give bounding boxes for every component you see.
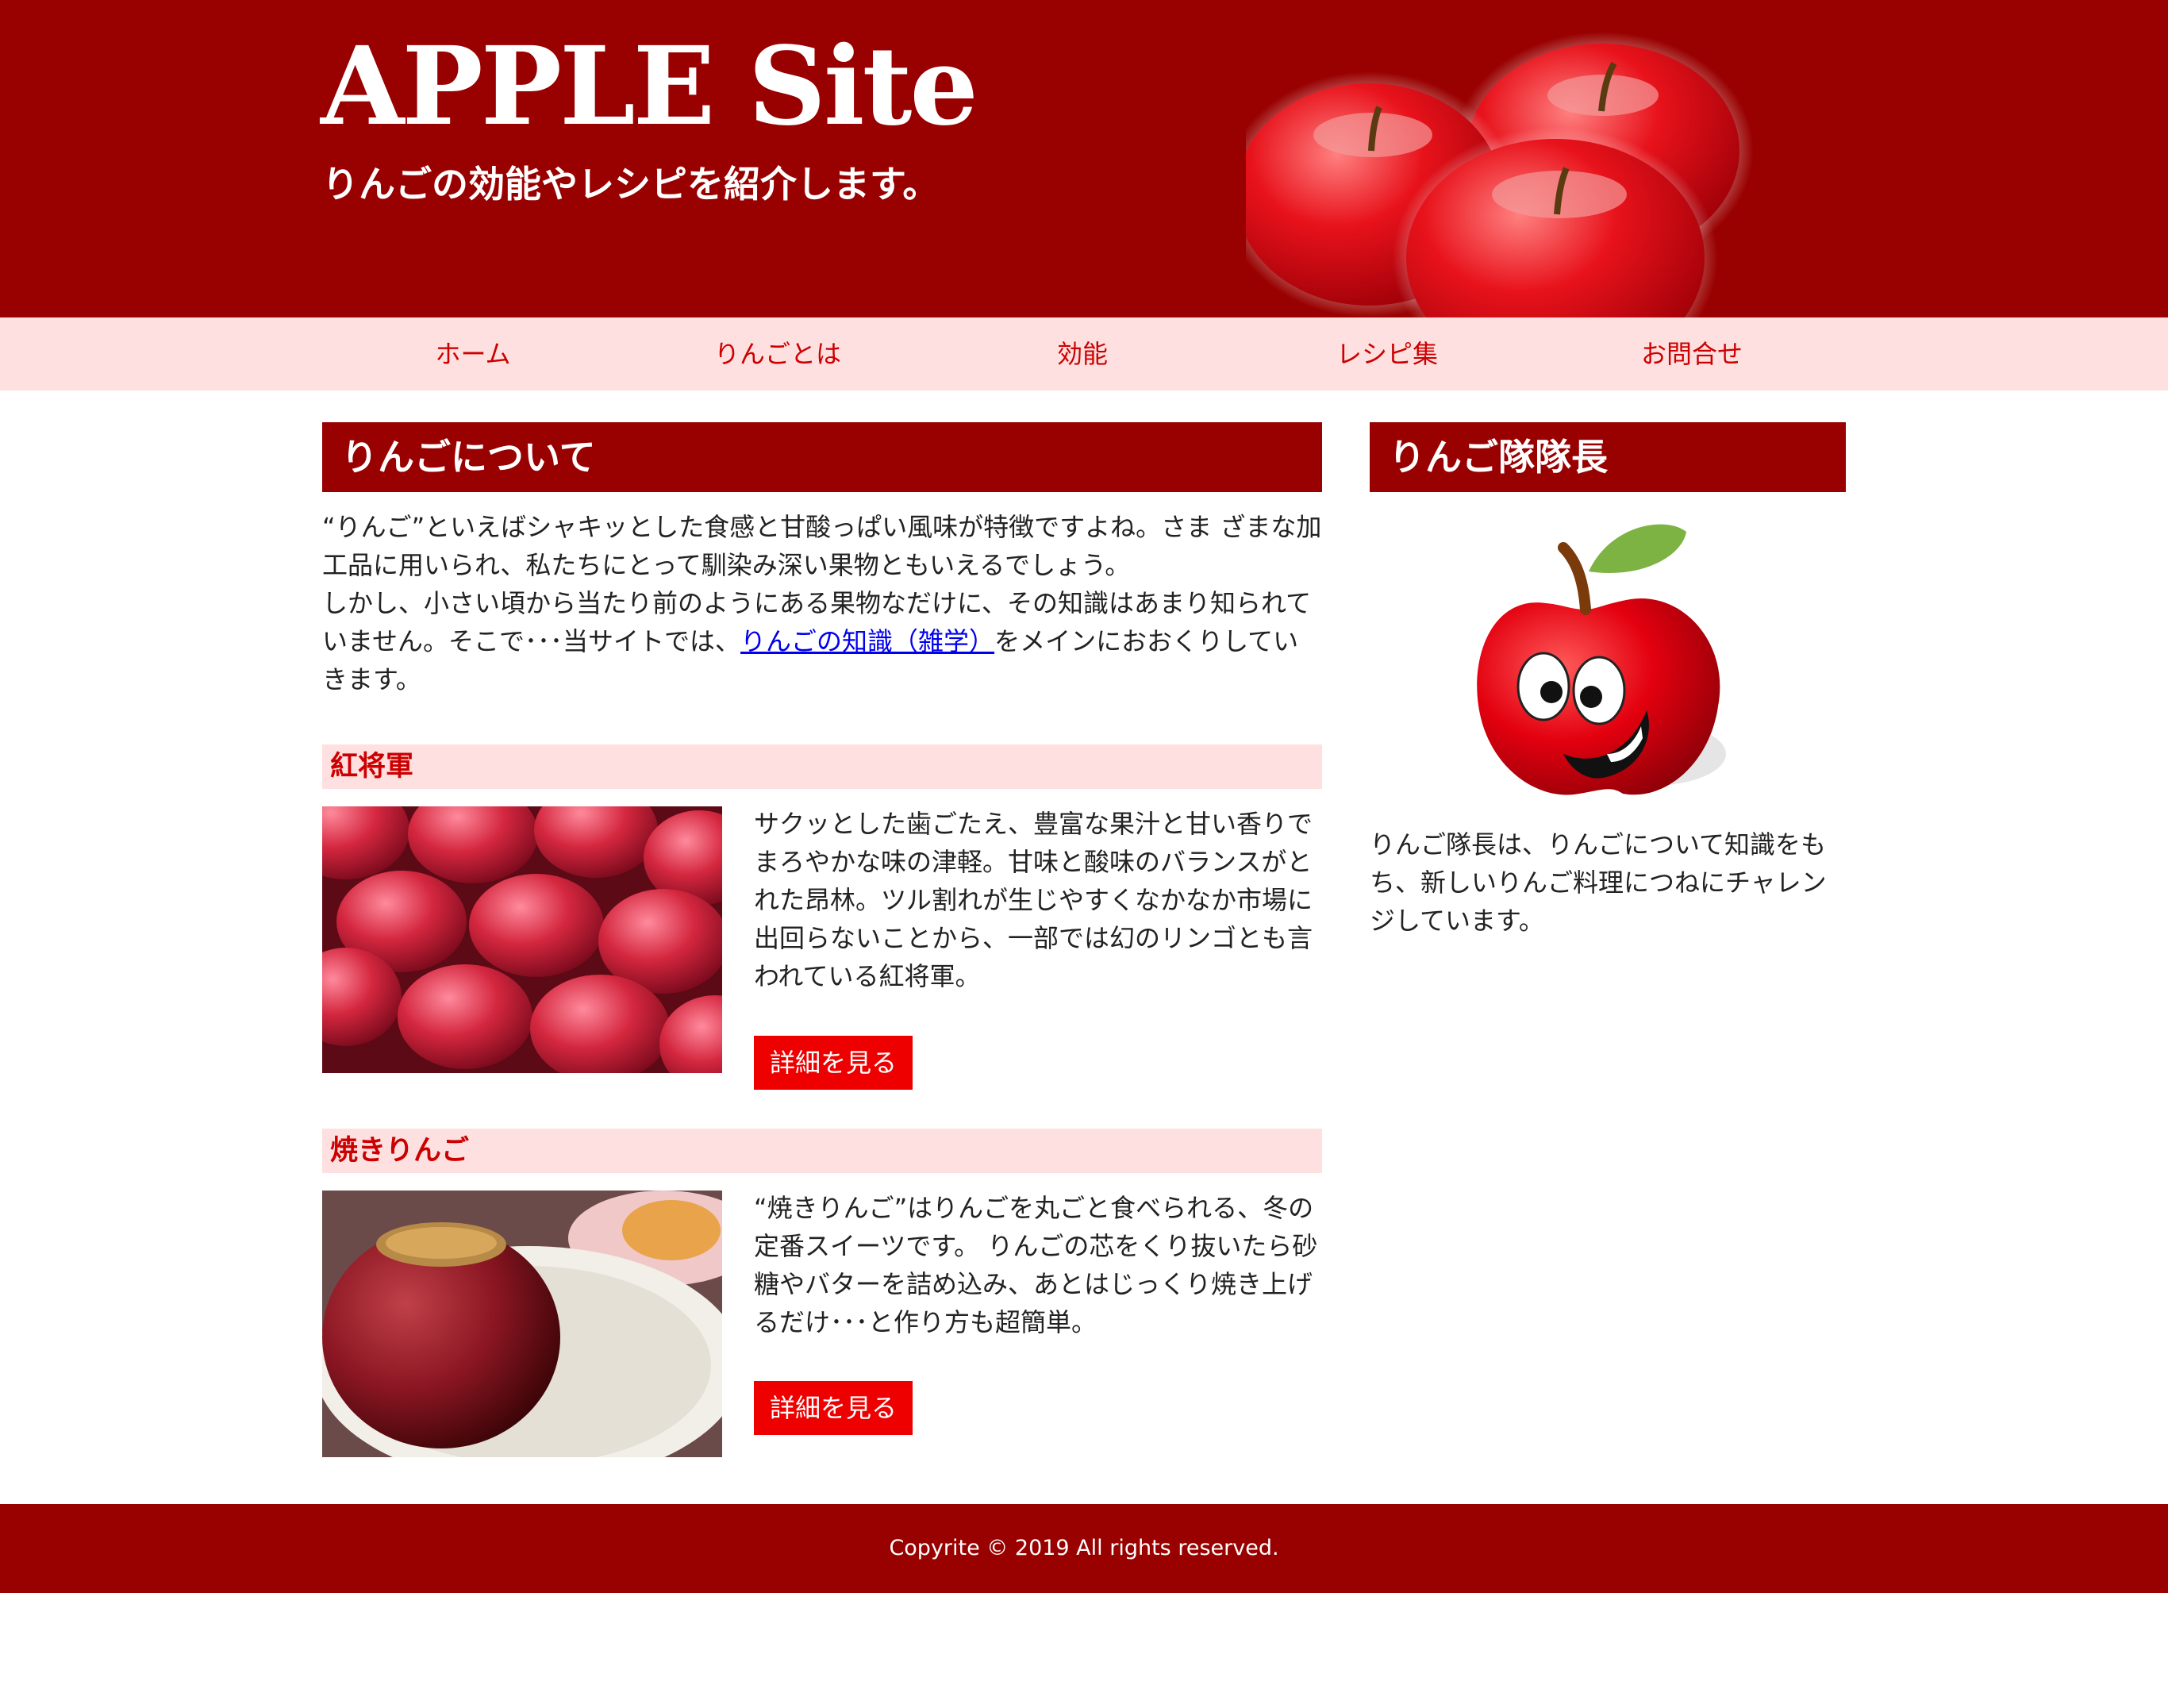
site-footer: Copyrite © 2019 All rights reserved.: [0, 1504, 2168, 1593]
site-title[interactable]: APPLE Site: [321, 22, 978, 152]
nav-item-recipes[interactable]: レシピ集: [1235, 317, 1540, 390]
trivia-link[interactable]: りんごの知識（雑学）: [740, 626, 994, 656]
beni-shogun-photo: [322, 806, 722, 1073]
details-button[interactable]: 詳細を見る: [754, 1036, 913, 1090]
nav-item-about[interactable]: りんごとは: [625, 317, 930, 390]
article-heading: 焼きりんご: [322, 1129, 1322, 1173]
about-heading: りんごについて: [322, 422, 1322, 492]
site-header: APPLE Site りんごの効能やレシピを紹介します。: [0, 0, 2168, 317]
global-nav: ホーム りんごとは 効能 レシピ集 お問合せ: [0, 317, 2168, 390]
sidebar-heading: りんご隊隊長: [1370, 422, 1846, 492]
about-text-1: “りんご”といえばシャキッとした食感と甘酸っぱい風味が特徴ですよね。さま ざまな…: [322, 512, 1322, 580]
article-heading: 紅将軍: [322, 744, 1322, 789]
apple-captain-image: [1477, 524, 1726, 795]
baked-apple-photo: [322, 1191, 722, 1457]
article-text: サクッとした歯ごたえ、豊富な果汁と甘い香りでまろやかな味の津軽。甘味と酸味のバラ…: [754, 809, 1313, 991]
article-text: “焼きりんご”はりんごを丸ごと食べられる、冬の定番スイーツです。 りんごの芯をく…: [754, 1193, 1318, 1337]
about-text: “りんご”といえばシャキッとした食感と甘酸っぱい風味が特徴ですよね。さま ざまな…: [322, 508, 1322, 698]
sidebar-text: りんご隊長は、りんごについて知識をもち、新しいりんご料理につねにチャレンジしてい…: [1370, 829, 1827, 936]
details-button[interactable]: 詳細を見る: [754, 1381, 913, 1435]
nav-item-effects[interactable]: 効能: [930, 317, 1235, 390]
nav-item-contact[interactable]: お問合せ: [1540, 317, 1844, 390]
copyright-text: Copyrite © 2019 All rights reserved.: [889, 1536, 1279, 1560]
site-tagline: りんごの効能やレシピを紹介します。: [322, 163, 940, 206]
nav-item-home[interactable]: ホーム: [321, 317, 625, 390]
header-apples-image: [1246, 32, 1754, 317]
